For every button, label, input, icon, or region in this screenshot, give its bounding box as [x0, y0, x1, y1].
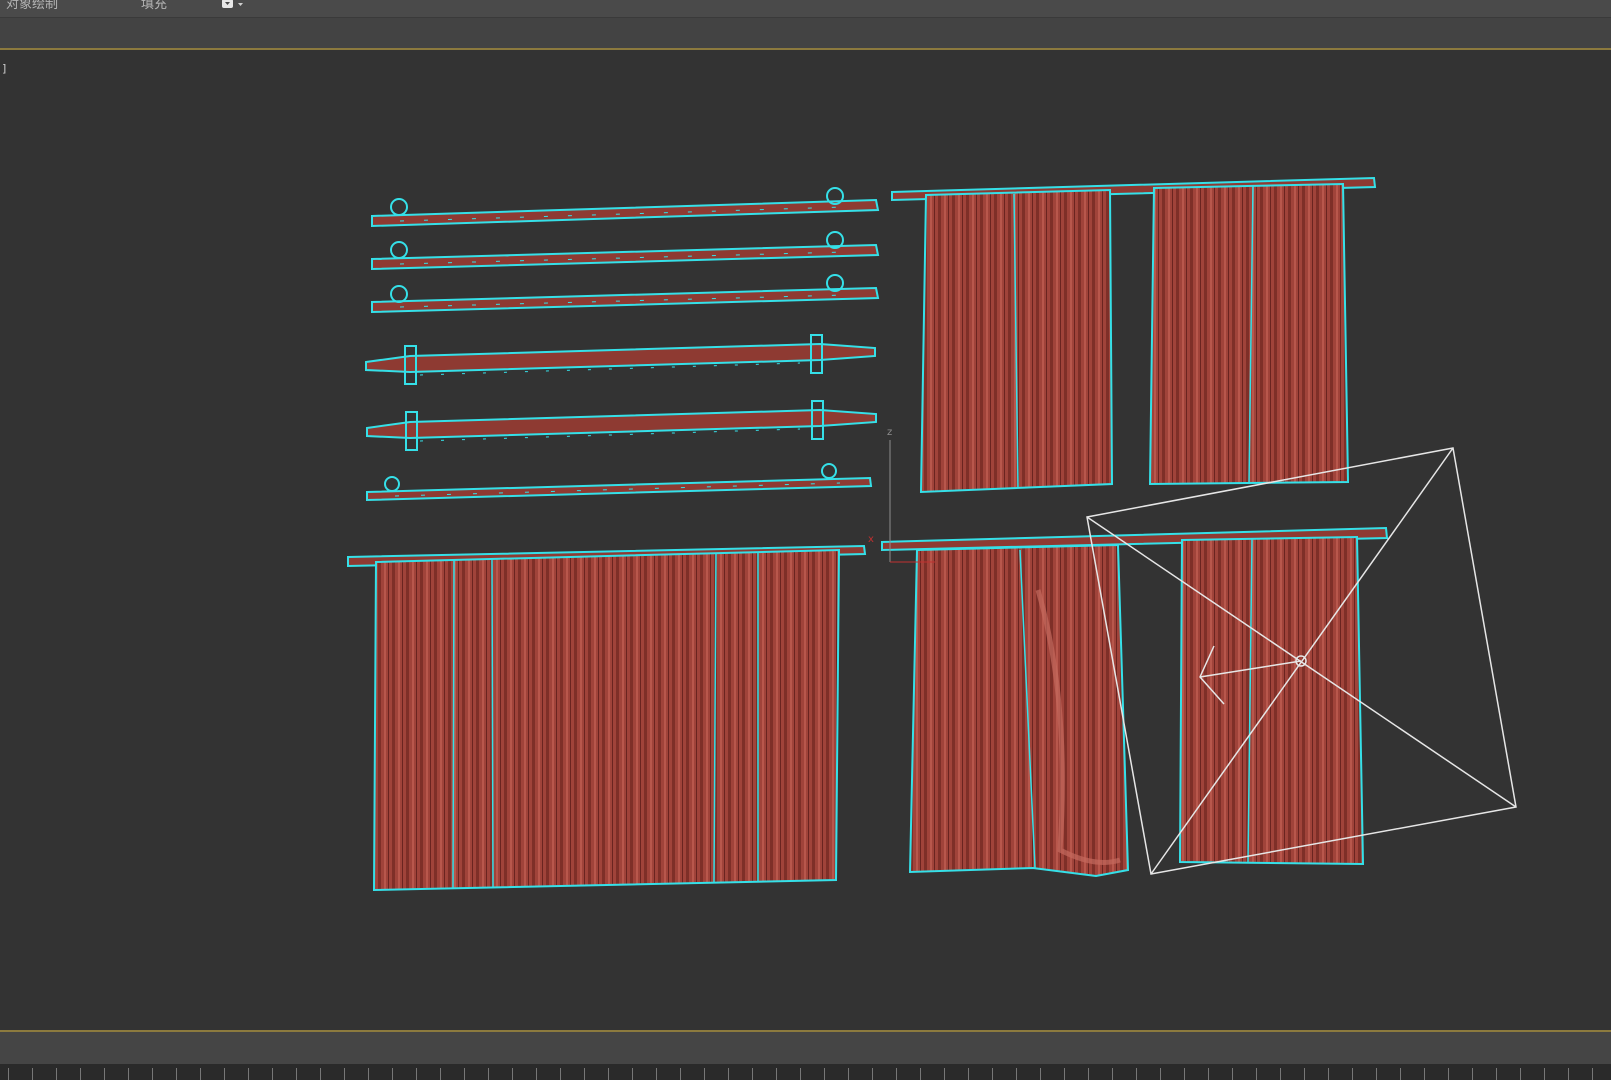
timeline-tick [728, 1068, 729, 1080]
timeline-tick [1208, 1068, 1209, 1080]
timeline-tick [1064, 1068, 1065, 1080]
timeline-tick [1496, 1068, 1497, 1080]
timeline-tick [512, 1068, 513, 1080]
timeline-tick [80, 1068, 81, 1080]
timeline-tick [224, 1068, 225, 1080]
timeline-tick [416, 1068, 417, 1080]
timeline-tick [944, 1068, 945, 1080]
curtain-rod-5[interactable] [366, 400, 877, 451]
timeline-tick [488, 1068, 489, 1080]
curtain-set-bottom-left[interactable] [347, 544, 867, 892]
curtain-rod-3[interactable] [371, 274, 880, 314]
timeline-ruler[interactable] [0, 1064, 1611, 1080]
timeline-tick [1016, 1068, 1017, 1080]
timeline-tick [368, 1068, 369, 1080]
paint-dropdown-button[interactable] [219, 0, 247, 13]
status-bar [0, 1032, 1611, 1064]
timeline-tick [800, 1068, 801, 1080]
timeline-tick [680, 1068, 681, 1080]
tab-object-paint[interactable]: 对象绘制 [6, 0, 58, 13]
timeline-tick [1088, 1068, 1089, 1080]
timeline-tick [656, 1068, 657, 1080]
timeline-tick [752, 1068, 753, 1080]
timeline-tick [1448, 1068, 1449, 1080]
timeline-tick [1352, 1068, 1353, 1080]
timeline-tick [536, 1068, 537, 1080]
timeline-tick [1376, 1068, 1377, 1080]
timeline-tick [1328, 1068, 1329, 1080]
curtain-set-bottom-right[interactable] [881, 526, 1389, 878]
timeline-tick [1232, 1068, 1233, 1080]
timeline-tick [824, 1068, 825, 1080]
timeline-tick [464, 1068, 465, 1080]
paint-bucket-dropdown-icon [222, 0, 243, 8]
timeline-tick [128, 1068, 129, 1080]
timeline-tick [560, 1068, 561, 1080]
timeline-tick [1184, 1068, 1185, 1080]
timeline-tick [440, 1068, 441, 1080]
timeline-tick [1592, 1068, 1593, 1080]
timeline-tick [632, 1068, 633, 1080]
timeline-tick [920, 1068, 921, 1080]
timeline-tick [1136, 1068, 1137, 1080]
timeline-tick [296, 1068, 297, 1080]
timeline-tick [1544, 1068, 1545, 1080]
ribbon-tabs: 对象绘制 填充 [0, 0, 1611, 18]
timeline-tick [1280, 1068, 1281, 1080]
timeline-tick [248, 1068, 249, 1080]
timeline-tick [8, 1068, 9, 1080]
curtain-rod-2[interactable] [371, 231, 880, 271]
timeline-tick [1304, 1068, 1305, 1080]
timeline-tick [1424, 1068, 1425, 1080]
timeline-tick [968, 1068, 969, 1080]
timeline-tick [104, 1068, 105, 1080]
timeline-tick [1568, 1068, 1569, 1080]
ribbon-panel [0, 18, 1611, 48]
timeline-tick [992, 1068, 993, 1080]
timeline-tick [56, 1068, 57, 1080]
timeline-tick [272, 1068, 273, 1080]
timeline-tick [1472, 1068, 1473, 1080]
timeline-tick [848, 1068, 849, 1080]
timeline-tick [896, 1068, 897, 1080]
timeline-tick [320, 1068, 321, 1080]
timeline-tick [152, 1068, 153, 1080]
timeline-tick [704, 1068, 705, 1080]
timeline-tick [776, 1068, 777, 1080]
curtain-set-top-right[interactable] [891, 176, 1377, 494]
timeline-tick [344, 1068, 345, 1080]
curtain-rod-1[interactable] [371, 187, 880, 228]
timeline-tick [392, 1068, 393, 1080]
timeline-tick [872, 1068, 873, 1080]
timeline-tick [1400, 1068, 1401, 1080]
timeline-tick [176, 1068, 177, 1080]
timeline-tick [32, 1068, 33, 1080]
timeline-tick [1160, 1068, 1161, 1080]
timeline-tick [584, 1068, 585, 1080]
axis-z-label: z [887, 427, 892, 438]
timeline-tick [1256, 1068, 1257, 1080]
timeline-tick [1040, 1068, 1041, 1080]
timeline-tick [1112, 1068, 1113, 1080]
perspective-viewport[interactable]: ] z x [0, 50, 1611, 1030]
timeline-tick [608, 1068, 609, 1080]
timeline-tick [200, 1068, 201, 1080]
curtain-rod-4[interactable] [365, 334, 876, 385]
timeline-tick [1520, 1068, 1521, 1080]
tab-fill[interactable]: 填充 [141, 0, 167, 13]
curtain-rod-6[interactable] [366, 463, 873, 502]
scene-canvas[interactable]: z x [0, 50, 1611, 1030]
3d-editor-app: 对象绘制 填充 ] z x [0, 0, 1611, 1080]
axis-x-label: x [868, 534, 874, 545]
